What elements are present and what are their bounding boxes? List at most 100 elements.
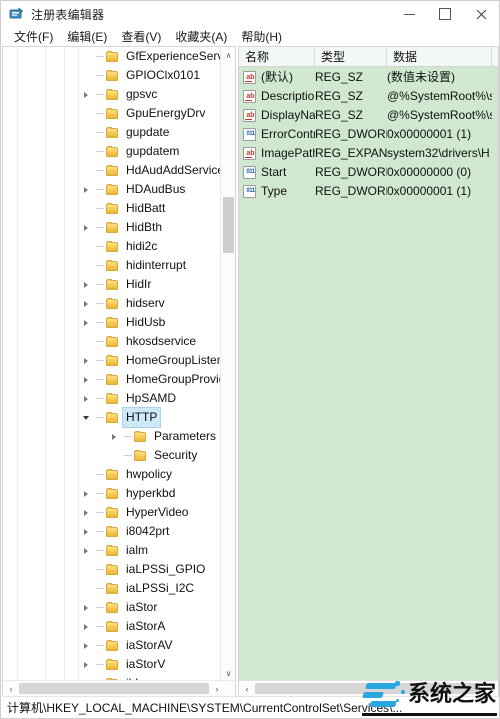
tree-node[interactable]: gupdatem xyxy=(3,142,221,161)
value-type-cell: REG_DWORD xyxy=(315,165,387,179)
chevron-right-icon[interactable] xyxy=(78,636,94,655)
tree-hscroll-right-button[interactable]: › xyxy=(209,681,225,696)
tree-connector-line xyxy=(94,66,106,85)
tree-node[interactable]: hidinterrupt xyxy=(3,256,221,275)
value-type-cell: REG_DWORD xyxy=(315,127,387,141)
tree-node[interactable]: Security xyxy=(3,446,221,465)
tree-node[interactable]: gupdate xyxy=(3,123,221,142)
value-row[interactable]: ab DisplayNa...REG_SZ @%SystemRoot%\s xyxy=(239,106,498,125)
tree-node[interactable]: HomeGroupProvider xyxy=(3,370,221,389)
tree-node[interactable]: iaStorAV xyxy=(3,636,221,655)
tree-node[interactable]: iaStor xyxy=(3,598,221,617)
chevron-right-icon[interactable] xyxy=(106,427,122,446)
tree-node-label: iaStorAV xyxy=(126,638,173,652)
tree-node[interactable]: hyperkbd xyxy=(3,484,221,503)
tree-scrollbar-thumb[interactable] xyxy=(223,197,234,253)
tree-node[interactable]: HpSAMD xyxy=(3,389,221,408)
tree-node-label: iaStorA xyxy=(126,619,166,633)
chevron-right-icon[interactable] xyxy=(78,351,94,370)
chevron-down-icon[interactable] xyxy=(78,408,94,427)
close-button[interactable] xyxy=(463,1,499,27)
tree-node[interactable]: hwpolicy xyxy=(3,465,221,484)
tree-node[interactable]: i8042prt xyxy=(3,522,221,541)
tree-node[interactable]: GpuEnergyDrv xyxy=(3,104,221,123)
chevron-right-icon[interactable] xyxy=(78,218,94,237)
chevron-right-icon[interactable] xyxy=(78,180,94,199)
maximize-button[interactable] xyxy=(427,1,463,27)
tree-node[interactable]: HidUsb xyxy=(3,313,221,332)
value-row[interactable]: 011 Type REG_DWORD 0x00000001 (1) xyxy=(239,182,498,201)
tree-node[interactable]: HDAudBus xyxy=(3,180,221,199)
tree-node[interactable]: HomeGroupListener xyxy=(3,351,221,370)
menu-file[interactable]: 文件(F) xyxy=(7,28,60,45)
folder-icon xyxy=(106,184,119,195)
tree-node-label: Parameters xyxy=(154,429,217,443)
column-header-type[interactable]: 类型 xyxy=(315,47,387,67)
tree-node[interactable]: HidBth xyxy=(3,218,221,237)
tree-scroll-down-button[interactable]: ∨ xyxy=(221,665,235,681)
chevron-right-icon[interactable] xyxy=(78,522,94,541)
tree-hscroll-left-button[interactable]: ‹ xyxy=(3,681,19,696)
column-header-name[interactable]: 名称 xyxy=(239,47,315,67)
chevron-right-icon[interactable] xyxy=(78,275,94,294)
chevron-right-icon[interactable] xyxy=(78,294,94,313)
chevron-right-icon[interactable] xyxy=(78,370,94,389)
chevron-right-icon[interactable] xyxy=(78,313,94,332)
chevron-right-icon[interactable] xyxy=(78,85,94,104)
values-hscroll-left-button[interactable]: ‹ xyxy=(239,681,255,696)
tree-node[interactable]: gpsvc xyxy=(3,85,221,104)
chevron-right-icon[interactable] xyxy=(78,541,94,560)
menu-favorites[interactable]: 收藏夹(A) xyxy=(168,28,234,45)
values-hscrollbar-thumb[interactable] xyxy=(255,683,480,694)
value-row[interactable]: 011 Start REG_DWORD 0x00000000 (0) xyxy=(239,163,498,182)
chevron-right-icon[interactable] xyxy=(78,503,94,522)
tree-connector-line xyxy=(94,598,106,617)
tree-node[interactable]: HidBatt xyxy=(3,199,221,218)
tree-node[interactable]: HdAudAddService xyxy=(3,161,221,180)
chevron-right-icon[interactable] xyxy=(78,389,94,408)
tree-node-label: GpuEnergyDrv xyxy=(126,106,206,120)
tree-node[interactable]: iaStorA xyxy=(3,617,221,636)
tree-connector-line xyxy=(94,275,106,294)
tree-node-label: hidserv xyxy=(126,296,165,310)
tree-node[interactable]: hidserv xyxy=(3,294,221,313)
tree-connector-line xyxy=(94,218,106,237)
tree-node[interactable]: hkosdservice xyxy=(3,332,221,351)
tree-node[interactable]: iaLPSSi_GPIO xyxy=(3,560,221,579)
value-row[interactable]: ab DescriptionREG_SZ @%SystemRoot%\s xyxy=(239,87,498,106)
tree-connector-line xyxy=(94,522,106,541)
value-row[interactable]: 011 ErrorControlREG_DWORD0x00000001 (1) xyxy=(239,125,498,144)
tree-horizontal-scrollbar[interactable]: ‹ › xyxy=(3,680,235,696)
value-row[interactable]: ab ImagePathREG_EXPAN...system32\drivers\… xyxy=(239,144,498,163)
tree-node[interactable]: HyperVideo xyxy=(3,503,221,522)
tree-node-label: hwpolicy xyxy=(126,467,173,481)
tree-node[interactable]: GPIOClx0101 xyxy=(3,66,221,85)
tree-node[interactable]: Parameters xyxy=(3,427,221,446)
tree-node[interactable]: iaLPSSi_I2C xyxy=(3,579,221,598)
chevron-right-icon[interactable] xyxy=(78,484,94,503)
minimize-button[interactable] xyxy=(391,1,427,27)
tree-node-label: HyperVideo xyxy=(126,505,189,519)
menu-help[interactable]: 帮助(H) xyxy=(234,28,289,45)
chevron-right-icon[interactable] xyxy=(78,655,94,674)
tree-scroll-up-button[interactable]: ∧ xyxy=(221,47,235,63)
value-row[interactable]: ab (默认) REG_SZ (数值未设置) xyxy=(239,68,498,87)
tree-vertical-scrollbar[interactable]: ∧ ∨ xyxy=(220,47,235,681)
tree-hscrollbar-thumb[interactable] xyxy=(19,683,209,694)
tree-node[interactable]: HTTP xyxy=(3,407,221,428)
tree-node[interactable]: GfExperienceService xyxy=(3,47,221,66)
tree-node-label: gupdatem xyxy=(126,144,180,158)
menu-edit[interactable]: 编辑(E) xyxy=(60,28,114,45)
close-icon xyxy=(476,9,486,19)
tree-node[interactable]: HidIr xyxy=(3,275,221,294)
menu-view[interactable]: 查看(V) xyxy=(114,28,168,45)
chevron-right-icon[interactable] xyxy=(78,617,94,636)
tree-node[interactable]: hidi2c xyxy=(3,237,221,256)
values-horizontal-scrollbar[interactable]: ‹ xyxy=(239,680,498,696)
menu-bar: 文件(F) 编辑(E) 查看(V) 收藏夹(A) 帮助(H) xyxy=(1,27,499,46)
column-header-data[interactable]: 数据 xyxy=(387,47,492,67)
tree-node-label: HidUsb xyxy=(126,315,166,329)
tree-node[interactable]: ialm xyxy=(3,541,221,560)
tree-node[interactable]: iaStorV xyxy=(3,655,221,674)
chevron-right-icon[interactable] xyxy=(78,598,94,617)
